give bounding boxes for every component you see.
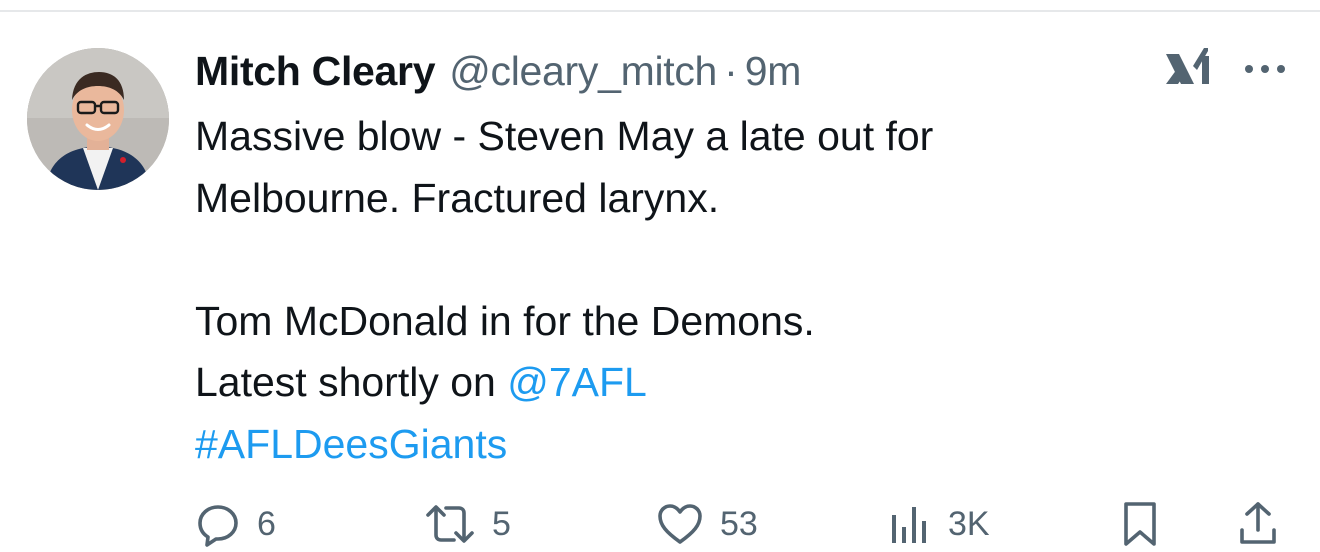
retweet-button[interactable]: 5: [424, 496, 511, 552]
bookmark-icon: [1124, 502, 1156, 546]
bookmark-button[interactable]: [1118, 496, 1162, 552]
tweet-text-line: Massive blow - Steven May a late out for: [195, 113, 934, 159]
reply-count: 6: [257, 504, 276, 543]
grok-icon[interactable]: [1162, 42, 1216, 96]
tweet-text-line: #AFLDeesGiants: [195, 414, 1275, 476]
tweet-timestamp[interactable]: 9m: [745, 48, 802, 95]
tweet-text-spacer: [195, 229, 1275, 291]
tweet-actions: 6 5 53 3K: [0, 496, 1320, 552]
more-icon[interactable]: [1240, 54, 1290, 84]
hashtag-link[interactable]: #AFLDeesGiants: [195, 421, 507, 467]
mention-link[interactable]: @7AFL: [507, 359, 647, 405]
avatar[interactable]: [27, 48, 169, 190]
views-count: 3K: [948, 504, 990, 543]
tweet-text-fragment: Latest shortly on: [195, 359, 508, 405]
heart-icon: [658, 504, 702, 544]
like-count: 53: [720, 504, 758, 543]
tweet-header: Mitch Cleary @cleary_mitch · 9m: [195, 46, 801, 96]
retweet-icon: [426, 505, 474, 543]
header-separator: ·: [724, 47, 738, 94]
author-handle[interactable]: @cleary_mitch: [449, 48, 717, 95]
share-button[interactable]: [1236, 496, 1280, 552]
retweet-count: 5: [492, 504, 511, 543]
tweet-text-line: Tom McDonald in for the Demons.: [195, 297, 815, 344]
tweet-text: Massive blow - Steven May a late out for…: [195, 106, 1275, 475]
tweet-text-line: Latest shortly on @7AFL: [195, 352, 1275, 414]
profile-photo-icon: [27, 48, 169, 190]
views-chart-icon: [892, 507, 926, 543]
tweet-text-line: Melbourne. Fractured larynx.: [195, 174, 720, 221]
share-icon: [1240, 502, 1276, 544]
like-button[interactable]: 53: [656, 496, 758, 552]
top-divider: [0, 10, 1320, 12]
views-button[interactable]: 3K: [888, 496, 990, 552]
reply-button[interactable]: 6: [195, 496, 276, 552]
author-display-name[interactable]: Mitch Cleary: [195, 48, 436, 95]
reply-icon: [198, 505, 238, 547]
